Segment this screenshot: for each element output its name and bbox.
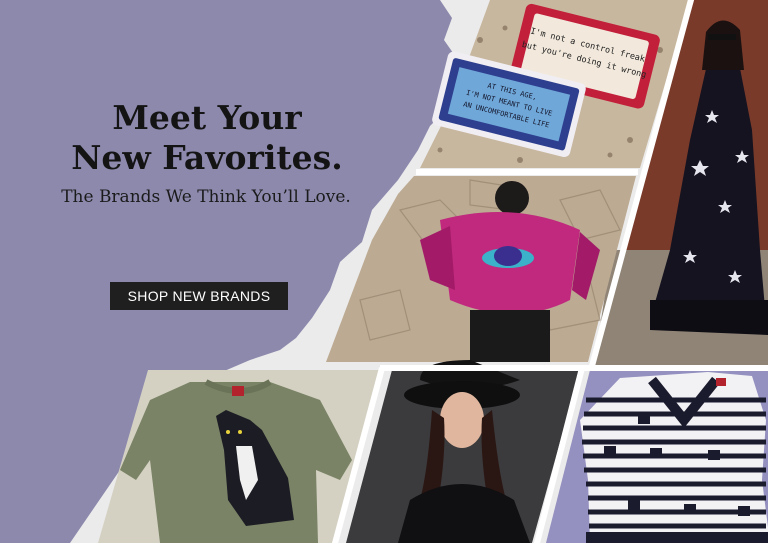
subheadline: The Brands We Think You’ll Love. bbox=[61, 187, 351, 207]
shop-new-brands-button[interactable]: SHOP NEW BRANDS bbox=[110, 282, 288, 310]
headline-line-2: New Favorites. bbox=[71, 138, 343, 177]
headline: Meet Your New Favorites. bbox=[32, 98, 382, 178]
headline-line-1: Meet Your bbox=[112, 98, 302, 137]
hero-banner[interactable]: I'm not a control freak but you're doing… bbox=[0, 0, 768, 543]
photo-collage: I'm not a control freak but you're doing… bbox=[70, 0, 768, 543]
